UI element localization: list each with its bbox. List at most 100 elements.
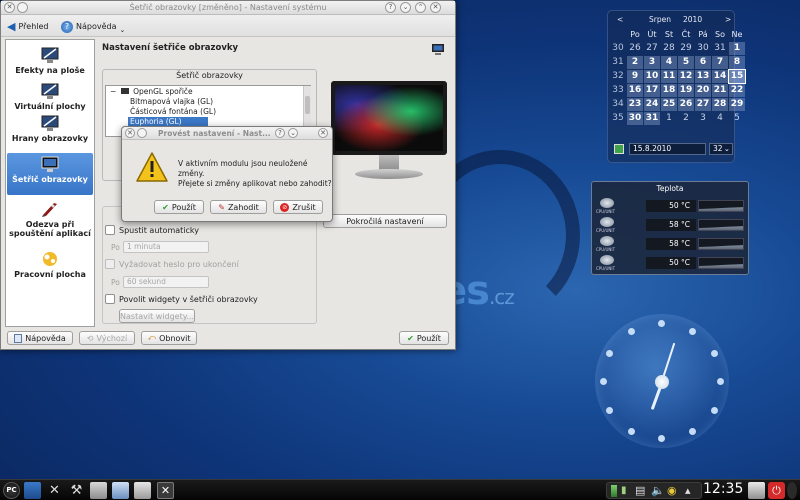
- calendar-day[interactable]: 3: [695, 112, 711, 125]
- calendar-year[interactable]: 2010: [683, 15, 702, 24]
- tree-item-opengl[interactable]: − OpenGL spořiče: [110, 87, 193, 97]
- notification-icon[interactable]: ◉: [667, 484, 677, 497]
- sidebar-item-launch-feedback[interactable]: Odezva při spouštění aplikací: [7, 200, 93, 246]
- require-password-checkbox[interactable]: Vyžadovat heslo pro ukončení: [105, 259, 239, 269]
- calendar-day[interactable]: 21: [712, 84, 728, 97]
- calendar-day[interactable]: 1: [661, 112, 677, 125]
- clipboard-icon[interactable]: ▤: [635, 484, 645, 497]
- calendar-day[interactable]: 31: [644, 112, 660, 125]
- advanced-settings-button[interactable]: Pokročilá nastavení: [323, 214, 447, 228]
- tree-item-particle-fountain[interactable]: Částicová fontána (GL): [130, 107, 216, 117]
- calendar-day[interactable]: 19: [678, 84, 694, 97]
- setup-widgets-button[interactable]: Nastavit widgety...: [119, 309, 195, 323]
- calendar-day[interactable]: 11: [661, 70, 677, 83]
- network-signal-icon[interactable]: ▮: [621, 485, 627, 496]
- calendar-day[interactable]: 3: [644, 56, 660, 69]
- allow-widgets-checkbox[interactable]: Povolit widgety v šetřiči obrazovky: [105, 294, 258, 304]
- dialog-minimize-icon[interactable]: ⌄: [288, 128, 298, 138]
- calendar-day[interactable]: 14: [712, 70, 728, 83]
- dialog-help-icon[interactable]: ?: [275, 128, 285, 138]
- dialog-cancel-button[interactable]: ⊘ Zrušit: [273, 200, 323, 214]
- help-question-icon[interactable]: ?: [385, 2, 396, 13]
- calendar-day[interactable]: 20: [695, 84, 711, 97]
- calendar-day[interactable]: 2: [627, 56, 643, 69]
- calendar-day[interactable]: 27: [644, 42, 660, 55]
- calendar-day[interactable]: 13: [695, 70, 711, 83]
- minimize-icon[interactable]: ⌄: [400, 2, 411, 13]
- apply-button[interactable]: ✔ Použít: [399, 331, 449, 345]
- system-settings-task-icon[interactable]: ✕: [157, 482, 174, 499]
- calendar-today-icon[interactable]: [614, 144, 624, 154]
- calendar-day[interactable]: 17: [644, 84, 660, 97]
- calendar-month[interactable]: Srpen: [649, 15, 671, 24]
- sidebar-item-screen-edges[interactable]: Hrany obrazovky: [7, 114, 93, 152]
- taskbar-clock[interactable]: 12:35: [703, 481, 743, 497]
- calendar-day[interactable]: 8: [729, 56, 745, 69]
- window-list-icon[interactable]: [134, 482, 151, 499]
- sidebar-item-virtual-desktops[interactable]: Virtuální plochy: [7, 82, 93, 111]
- dialog-close-icon[interactable]: ✕: [318, 128, 328, 138]
- calendar-day[interactable]: 6: [695, 56, 711, 69]
- help-button[interactable]: Nápověda: [7, 331, 73, 345]
- dialog-titlebar[interactable]: ✕ Provést nastavení - Nast... ? ⌄ ✕: [122, 127, 332, 140]
- close-icon[interactable]: ✕: [430, 2, 441, 13]
- calendar-day[interactable]: 29: [678, 42, 694, 55]
- dialog-pin-icon[interactable]: [137, 128, 147, 138]
- cashew-icon[interactable]: [787, 482, 797, 499]
- tray-expand-icon[interactable]: ▴: [685, 484, 691, 497]
- maximize-icon[interactable]: ⌃: [415, 2, 426, 13]
- application-launcher-icon[interactable]: PC: [3, 482, 20, 499]
- calendar-day[interactable]: 16: [627, 84, 643, 97]
- help-menu-button[interactable]: ? Nápověda ⌄: [61, 19, 125, 34]
- reset-button[interactable]: ⤺ Obnovit: [141, 331, 197, 345]
- dialog-apply-button[interactable]: ✔ Použít: [154, 200, 204, 214]
- power-icon[interactable]: ⏻: [768, 482, 785, 499]
- calendar-day[interactable]: 25: [661, 98, 677, 111]
- overview-button[interactable]: ◀ Přehled: [7, 19, 48, 34]
- calendar-day[interactable]: 7: [712, 56, 728, 69]
- start-automatically-checkbox[interactable]: Spustit automaticky: [105, 225, 199, 235]
- calendar-next-icon[interactable]: >: [725, 15, 731, 24]
- dialog-discard-button[interactable]: ✎ Zahodit: [210, 200, 267, 214]
- sidebar-item-workspace[interactable]: Pracovní plocha: [7, 250, 93, 282]
- volume-icon[interactable]: 🔈: [651, 484, 665, 497]
- package-icon[interactable]: [90, 482, 107, 499]
- desktop-show-icon[interactable]: [24, 482, 41, 499]
- settings-icon[interactable]: ⚒: [68, 482, 85, 499]
- calendar-day[interactable]: 31: [712, 42, 728, 55]
- defaults-button[interactable]: ⟲ Výchozí: [79, 331, 135, 345]
- calendar-prev-icon[interactable]: <: [617, 15, 623, 24]
- calendar-day[interactable]: 18: [661, 84, 677, 97]
- calendar-day[interactable]: 28: [712, 98, 728, 111]
- calendar-day[interactable]: 4: [712, 112, 728, 125]
- calendar-day[interactable]: 30: [695, 42, 711, 55]
- calendar-date-input[interactable]: 15.8.2010: [629, 143, 706, 155]
- calendar-week-spinbox[interactable]: 32 ⌄: [709, 143, 733, 155]
- calendar-day[interactable]: 29: [729, 98, 745, 111]
- calendar-day[interactable]: 26: [678, 98, 694, 111]
- calendar-day[interactable]: 27: [695, 98, 711, 111]
- calendar-day[interactable]: 2: [678, 112, 694, 125]
- battery-icon[interactable]: [611, 485, 617, 497]
- password-delay-spinbox[interactable]: 60 sekund: [123, 276, 209, 288]
- calendar-day[interactable]: 5: [678, 56, 694, 69]
- calendar-day[interactable]: 1: [729, 42, 745, 55]
- sidebar-item-desktop-effects[interactable]: Efekty na ploše: [7, 46, 93, 78]
- calendar-day[interactable]: 28: [661, 42, 677, 55]
- calendar-day[interactable]: 15: [728, 69, 746, 84]
- calendar-day[interactable]: 24: [644, 98, 660, 111]
- tools-icon[interactable]: ✕: [46, 482, 63, 499]
- calendar-day[interactable]: 22: [729, 84, 745, 97]
- start-delay-spinbox[interactable]: 1 minuta: [123, 241, 209, 253]
- sidebar-item-screensaver[interactable]: Šetřič obrazovky: [7, 153, 93, 195]
- calendar-day[interactable]: 23: [627, 98, 643, 111]
- calendar-day[interactable]: 26: [627, 42, 643, 55]
- calendar-day[interactable]: 30: [627, 112, 643, 125]
- window-titlebar[interactable]: ✕ Šetřič obrazovky [změněno] - Nastavení…: [1, 1, 455, 15]
- calendar-day[interactable]: 10: [644, 70, 660, 83]
- calendar-day[interactable]: 12: [678, 70, 694, 83]
- calendar-day[interactable]: 4: [661, 56, 677, 69]
- file-manager-icon[interactable]: [112, 482, 129, 499]
- lock-screen-icon[interactable]: [748, 482, 765, 499]
- calendar-day[interactable]: 9: [627, 70, 643, 83]
